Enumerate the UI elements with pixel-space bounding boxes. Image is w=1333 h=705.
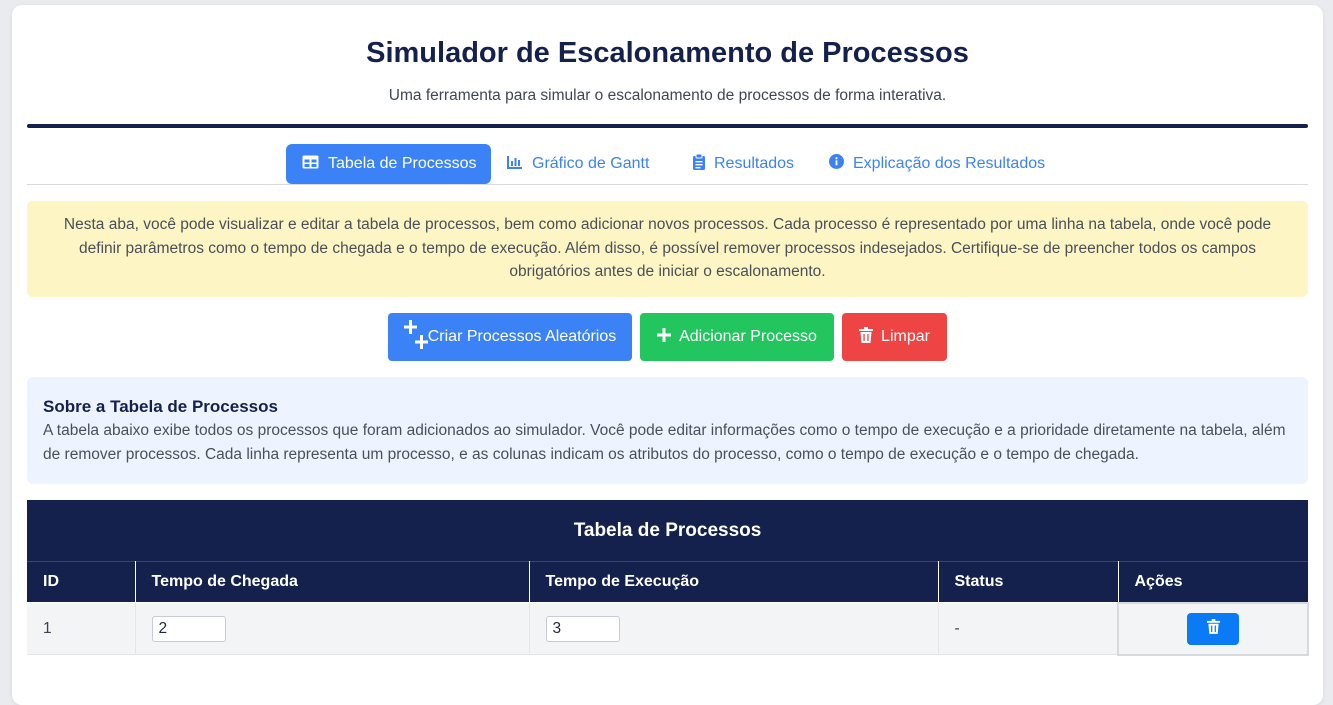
table-caption: Tabela de Processos: [27, 500, 1308, 561]
column-header-status: Status: [937, 561, 1119, 603]
tab-description-notice: Nesta aba, você pode visualizar e editar…: [27, 201, 1308, 297]
tab-results[interactable]: Resultados: [677, 144, 811, 184]
create-random-processes-button[interactable]: Criar Processos Aleatórios: [388, 313, 632, 361]
page-title: Simulador de Escalonamento de Processos: [366, 37, 969, 69]
process-status: -: [938, 602, 1119, 655]
arrival-cell: [135, 602, 530, 655]
info-circle-icon: [829, 154, 844, 174]
column-header-arrival: Tempo de Chegada: [134, 561, 530, 603]
process-table-container: Tabela de Processos ID Tempo de Chegada …: [27, 500, 1309, 656]
arrival-time-input[interactable]: [151, 615, 226, 642]
clear-button[interactable]: Limpar: [842, 313, 947, 361]
tab-gantt-chart[interactable]: Gráfico de Gantt: [491, 144, 661, 184]
button-label: Limpar: [881, 328, 930, 345]
trash-icon: [859, 326, 874, 348]
process-table: ID Tempo de Chegada Tempo de Execução St…: [27, 561, 1309, 656]
page-subtitle: Uma ferramenta para simular o escaloname…: [388, 87, 947, 104]
main-card: Simulador de Escalonamento de Processos …: [12, 5, 1323, 705]
tab-results-explanation[interactable]: Explicação dos Resultados: [813, 144, 1063, 184]
column-header-id: ID: [27, 561, 136, 603]
tab-process-table[interactable]: Tabela de Processos: [286, 144, 491, 184]
plus-icon: [657, 327, 672, 347]
table-header-row: ID Tempo de Chegada Tempo de Execução St…: [27, 561, 1308, 603]
action-buttons: Criar Processos Aleatórios Adicionar Pro…: [12, 313, 1323, 361]
about-text: A tabela abaixo exibe todos os processos…: [43, 422, 1286, 463]
tab-label: Explicação dos Resultados: [853, 155, 1046, 172]
trash-icon: [1206, 618, 1220, 639]
column-header-actions: Ações: [1117, 561, 1308, 603]
process-id: 1: [27, 602, 136, 655]
bar-chart-icon: [507, 155, 523, 174]
header-divider: [27, 124, 1308, 128]
clipboard-icon: [693, 153, 705, 175]
add-process-button[interactable]: Adicionar Processo: [640, 313, 834, 361]
column-header-burst: Tempo de Execução: [528, 561, 939, 603]
delete-process-button[interactable]: [1187, 612, 1239, 645]
plus-plus-icon: [403, 319, 430, 355]
burst-cell: [529, 602, 939, 655]
tab-label: Resultados: [714, 155, 795, 172]
about-table-section: Sobre a Tabela de Processos A tabela aba…: [27, 377, 1308, 484]
tab-label: Gráfico de Gantt: [532, 155, 650, 172]
execution-time-input[interactable]: [545, 615, 620, 642]
tab-bar: Tabela de Processos Gráfico de Gantt Res…: [27, 144, 1308, 185]
button-label: Adicionar Processo: [679, 328, 817, 345]
table-icon: [302, 155, 319, 174]
actions-cell: [1117, 601, 1309, 656]
table-row: 1 -: [27, 601, 1309, 656]
tab-label: Tabela de Processos: [328, 155, 477, 172]
button-label: Criar Processos Aleatórios: [427, 328, 617, 345]
about-heading: Sobre a Tabela de Processos: [43, 397, 278, 416]
